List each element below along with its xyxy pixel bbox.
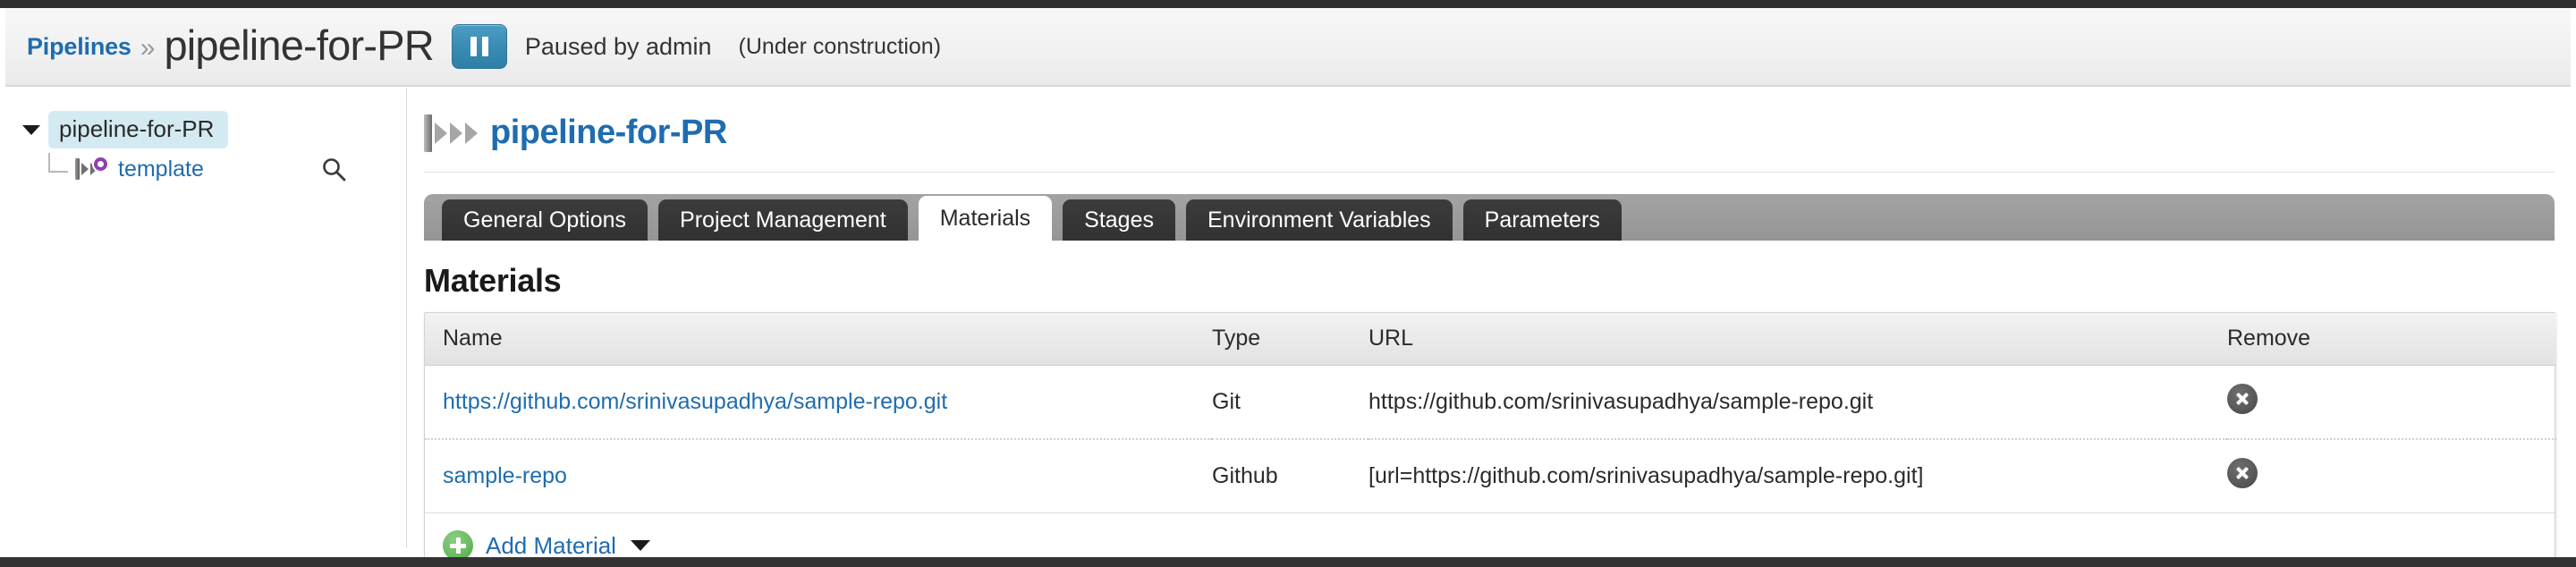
content-pipeline-title: pipeline-for-PR: [490, 114, 727, 151]
tree-child-row: template: [5, 149, 406, 189]
pause-icon[interactable]: [451, 24, 507, 69]
pause-bar-left: [470, 37, 477, 56]
tree-elbow-connector: [48, 153, 68, 173]
page-title: pipeline-for-PR: [164, 21, 434, 69]
pipeline-materials-page: Pipelines » pipeline-for-PR Paused by ad…: [0, 0, 2576, 567]
material-url-cell: https://github.com/srinivasupadhya/sampl…: [1368, 388, 1874, 414]
material-type-cell: Github: [1212, 437, 1368, 512]
add-material-button[interactable]: Add Material: [486, 532, 616, 560]
chevron-down-icon[interactable]: [630, 540, 650, 551]
breadcrumb-pipelines-link[interactable]: Pipelines: [27, 33, 131, 61]
table-row: sample-repo Github [url=https://github.c…: [425, 437, 2556, 512]
search-icon[interactable]: [320, 156, 347, 182]
breadcrumb-separator: »: [140, 33, 156, 63]
column-header-name: Name: [425, 313, 1212, 366]
material-remove-cell: [2227, 365, 2556, 439]
caret-down-icon[interactable]: [20, 118, 43, 141]
tab-stages[interactable]: Stages: [1063, 199, 1175, 241]
material-name-link[interactable]: sample-repo: [443, 463, 567, 488]
column-header-url: URL: [1368, 313, 2227, 366]
tab-bar: General Options Project Management Mater…: [424, 194, 2555, 241]
material-remove-cell: [2227, 437, 2556, 512]
material-url-cell: [url=https://github.com/srinivasupadhya/…: [1368, 437, 2227, 512]
plus-icon[interactable]: [443, 530, 473, 561]
materials-table-container: Name Type URL Remove https://github.com/…: [424, 312, 2556, 567]
materials-table-body: https://github.com/srinivasupadhya/sampl…: [425, 365, 2556, 512]
tab-general-options[interactable]: General Options: [442, 199, 648, 241]
tree-root-row: pipeline-for-PR: [5, 110, 406, 149]
materials-section-heading: Materials: [424, 262, 562, 299]
content-title-row: pipeline-for-PR: [424, 114, 2555, 173]
main-content: pipeline-for-PR General Options Project …: [408, 89, 2571, 567]
material-type-cell: Git: [1212, 388, 1241, 414]
column-header-remove: Remove: [2227, 313, 2556, 366]
remove-icon[interactable]: [2227, 383, 2258, 414]
material-name-link[interactable]: https://github.com/srinivasupadhya/sampl…: [443, 389, 947, 414]
paused-status-text: Paused by admin: [524, 32, 712, 60]
tab-materials[interactable]: Materials: [918, 196, 1053, 241]
materials-table-head: Name Type URL Remove: [425, 313, 2556, 366]
remove-icon[interactable]: [2227, 457, 2258, 488]
sidebar: pipeline-for-PR template: [5, 89, 407, 548]
browser-bottom-strip: [0, 557, 2576, 567]
under-construction-text: (Under construction): [738, 33, 942, 59]
tab-parameters[interactable]: Parameters: [1462, 199, 1622, 241]
sidebar-item-template[interactable]: template: [118, 157, 204, 182]
browser-top-strip: [0, 0, 2576, 8]
sidebar-item-pipeline-for-pr[interactable]: pipeline-for-PR: [48, 110, 229, 149]
pause-bar-right: [481, 37, 488, 56]
table-header-row: Name Type URL Remove: [425, 313, 2556, 366]
page-header: Pipelines » pipeline-for-PR Paused by ad…: [5, 8, 2571, 87]
pipeline-icon: [424, 114, 478, 152]
tab-project-management[interactable]: Project Management: [658, 199, 908, 241]
material-name-cell: sample-repo: [425, 437, 1212, 512]
pipeline-template-icon: [75, 157, 107, 181]
table-row: https://github.com/srinivasupadhya/sampl…: [425, 365, 2556, 439]
material-name-cell: https://github.com/srinivasupadhya/sampl…: [425, 365, 1212, 439]
materials-table: Name Type URL Remove https://github.com/…: [425, 313, 2556, 512]
column-header-type: Type: [1212, 313, 1368, 366]
tab-environment-variables[interactable]: Environment Variables: [1186, 199, 1453, 241]
